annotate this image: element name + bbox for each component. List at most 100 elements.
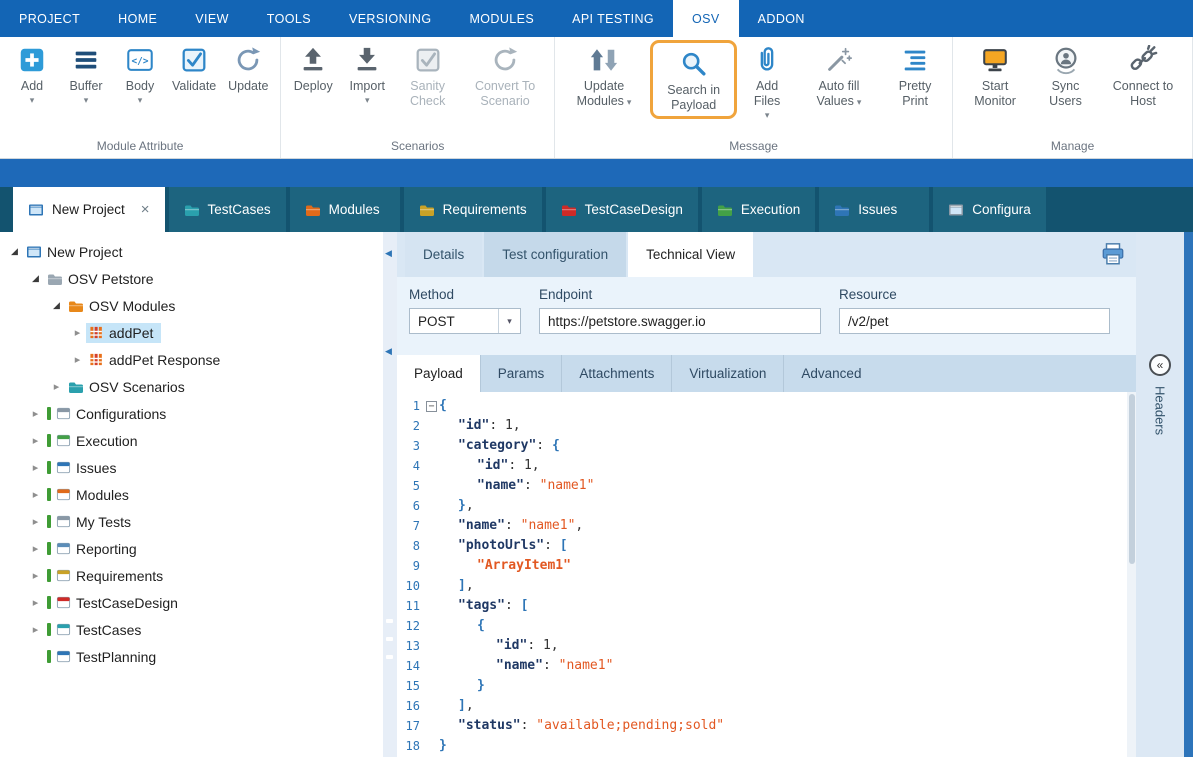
expander-icon[interactable]: ▸ bbox=[48, 380, 65, 393]
tree-item-addpet[interactable]: ▸addPet bbox=[0, 319, 383, 346]
deploy-button[interactable]: Deploy bbox=[286, 40, 340, 96]
auto-fill-values-button[interactable]: Auto fill Values▾ bbox=[795, 40, 883, 111]
expander-icon[interactable]: ▸ bbox=[27, 596, 44, 609]
connect-to-host-button[interactable]: Connect to Host bbox=[1099, 40, 1187, 111]
expand-headers-button[interactable]: « bbox=[1149, 354, 1171, 376]
resource-input[interactable] bbox=[839, 308, 1110, 334]
menu-item-tools[interactable]: TOOLS bbox=[248, 0, 330, 37]
close-icon[interactable]: × bbox=[141, 201, 150, 218]
method-select[interactable]: POST ▾ bbox=[409, 308, 521, 334]
import-button[interactable]: Import▾ bbox=[340, 40, 394, 107]
subtab-advanced[interactable]: Advanced bbox=[784, 355, 878, 392]
tree-item-execution[interactable]: ▸Execution bbox=[0, 427, 383, 454]
convert-to-scenario-button[interactable]: Convert To Scenario bbox=[461, 40, 549, 111]
buffer-button[interactable]: Buffer▾ bbox=[59, 40, 113, 107]
expander-icon[interactable]: ▸ bbox=[27, 434, 44, 447]
update-button[interactable]: Update bbox=[221, 40, 275, 96]
tree-splitter[interactable]: ◀ ◀ bbox=[383, 232, 397, 757]
sync-users-button[interactable]: Sync Users bbox=[1032, 40, 1099, 111]
expander-icon[interactable]: ▸ bbox=[27, 488, 44, 501]
code-area[interactable]: 1−{2"id": 1,3"category": {4"id": 1,5"nam… bbox=[397, 396, 1136, 756]
subtab-payload[interactable]: Payload bbox=[397, 355, 481, 392]
collapse-panel-icon[interactable]: ◀ bbox=[385, 346, 392, 357]
editor-scrollbar[interactable] bbox=[1127, 392, 1136, 757]
pretty-icon bbox=[900, 44, 930, 76]
headers-panel-label[interactable]: Headers bbox=[1153, 386, 1168, 435]
tab-issues[interactable]: Issues bbox=[819, 187, 929, 232]
module-icon bbox=[89, 325, 104, 340]
body-button[interactable]: </>Body▾ bbox=[113, 40, 167, 107]
subtab-virtualization[interactable]: Virtualization bbox=[672, 355, 784, 392]
add-files-icon bbox=[752, 44, 782, 76]
tree-item-requirements[interactable]: ▸Requirements bbox=[0, 562, 383, 589]
expander-icon[interactable]: ▸ bbox=[27, 542, 44, 555]
tab-test-configuration[interactable]: Test configuration bbox=[484, 232, 626, 277]
method-value: POST bbox=[418, 314, 455, 329]
tab-technical-view[interactable]: Technical View bbox=[628, 232, 753, 277]
expander-icon[interactable]: ◢ bbox=[48, 300, 65, 311]
update-modules-button[interactable]: Update Modules▾ bbox=[560, 40, 648, 111]
folder-icon bbox=[305, 203, 321, 217]
tab-new-project[interactable]: New Project× bbox=[13, 187, 165, 232]
tree-item-testcasedesign[interactable]: ▸TestCaseDesign bbox=[0, 589, 383, 616]
print-button[interactable] bbox=[1100, 241, 1126, 272]
add-files-button[interactable]: Add Files▾ bbox=[739, 40, 795, 122]
collapse-panel-icon[interactable]: ◀ bbox=[385, 248, 392, 259]
tree-item-testcases[interactable]: ▸TestCases bbox=[0, 616, 383, 643]
menu-item-osv[interactable]: OSV bbox=[673, 0, 739, 37]
tree-item-reporting[interactable]: ▸Reporting bbox=[0, 535, 383, 562]
line-number: 5 bbox=[397, 476, 424, 496]
expander-icon[interactable]: ▸ bbox=[27, 515, 44, 528]
menu-item-home[interactable]: HOME bbox=[99, 0, 176, 37]
payload-editor[interactable]: 1−{2"id": 1,3"category": {4"id": 1,5"nam… bbox=[397, 392, 1136, 757]
wand-icon bbox=[824, 44, 854, 76]
dropdown-caret-icon: ▾ bbox=[84, 96, 89, 105]
subtab-params[interactable]: Params bbox=[481, 355, 563, 392]
tab-testcases[interactable]: TestCases bbox=[169, 187, 286, 232]
subtab-attachments[interactable]: Attachments bbox=[562, 355, 672, 392]
add-icon bbox=[17, 44, 47, 76]
expander-icon[interactable]: ▸ bbox=[27, 569, 44, 582]
tab-configura[interactable]: Configura bbox=[933, 187, 1046, 232]
expander-icon[interactable]: ▸ bbox=[27, 461, 44, 474]
scrollbar-thumb[interactable] bbox=[1129, 394, 1135, 564]
start-monitor-button[interactable]: Start Monitor bbox=[958, 40, 1032, 111]
tree-item-issues[interactable]: ▸Issues bbox=[0, 454, 383, 481]
expander-icon[interactable]: ▸ bbox=[69, 326, 86, 339]
expander-icon[interactable]: ◢ bbox=[27, 273, 44, 284]
menu-item-api-testing[interactable]: API TESTING bbox=[553, 0, 673, 37]
validate-button[interactable]: Validate bbox=[167, 40, 221, 96]
update-modules-icon bbox=[589, 44, 619, 76]
expander-icon[interactable]: ▸ bbox=[27, 407, 44, 420]
tree-item-my-tests[interactable]: ▸My Tests bbox=[0, 508, 383, 535]
pretty-print-button[interactable]: Pretty Print bbox=[883, 40, 947, 111]
tab-details[interactable]: Details bbox=[405, 232, 482, 277]
tree-item-addpet-response[interactable]: ▸addPet Response bbox=[0, 346, 383, 373]
tree-item-osv-modules[interactable]: ◢OSV Modules bbox=[0, 292, 383, 319]
tree-item-modules[interactable]: ▸Modules bbox=[0, 481, 383, 508]
tab-execution[interactable]: Execution bbox=[702, 187, 815, 232]
tree-item-configurations[interactable]: ▸Configurations bbox=[0, 400, 383, 427]
fold-collapse-icon[interactable]: − bbox=[424, 396, 439, 416]
expander-icon[interactable]: ▸ bbox=[69, 353, 86, 366]
sanity-check-button[interactable]: Sanity Check bbox=[394, 40, 461, 111]
menu-item-project[interactable]: PROJECT bbox=[0, 0, 99, 37]
search-in-payload-button[interactable]: Search in Payload bbox=[655, 44, 732, 115]
tree-item-osv-petstore[interactable]: ◢OSV Petstore bbox=[0, 265, 383, 292]
menu-item-modules[interactable]: MODULES bbox=[450, 0, 553, 37]
tree-item-testplanning[interactable]: TestPlanning bbox=[0, 643, 383, 670]
tree-item-new-project[interactable]: ◢New Project bbox=[0, 238, 383, 265]
splitter-grip[interactable] bbox=[386, 619, 393, 659]
tab-modules[interactable]: Modules bbox=[290, 187, 400, 232]
document-tabbar: New Project×TestCasesModulesRequirements… bbox=[0, 187, 1193, 232]
expander-icon[interactable]: ▸ bbox=[27, 623, 44, 636]
endpoint-input[interactable] bbox=[539, 308, 821, 334]
menu-item-view[interactable]: VIEW bbox=[176, 0, 248, 37]
tab-testcasedesign[interactable]: TestCaseDesign bbox=[546, 187, 698, 232]
tree-item-osv-scenarios[interactable]: ▸OSV Scenarios bbox=[0, 373, 383, 400]
tab-requirements[interactable]: Requirements bbox=[404, 187, 542, 232]
menu-item-versioning[interactable]: VERSIONING bbox=[330, 0, 451, 37]
menu-item-addon[interactable]: ADDON bbox=[739, 0, 824, 37]
expander-icon[interactable]: ◢ bbox=[6, 246, 23, 257]
add-button[interactable]: Add▾ bbox=[5, 40, 59, 107]
